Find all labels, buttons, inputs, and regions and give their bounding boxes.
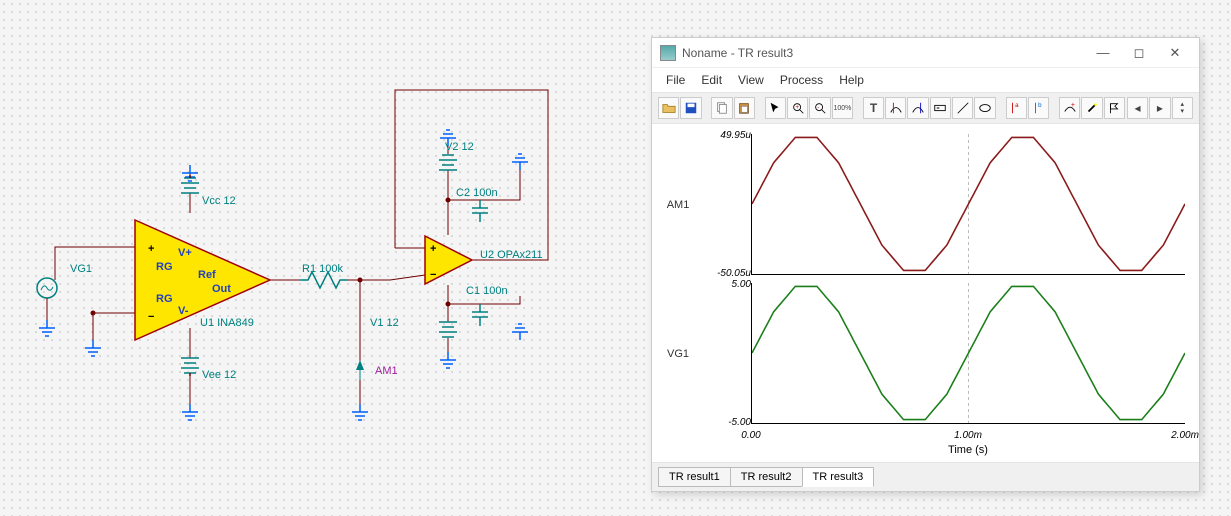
plot-am1-ymin: -50.05u — [717, 268, 751, 279]
plot-vg1-name: VG1 — [658, 348, 698, 360]
plot-vg1-ymin: -5.00 — [728, 417, 751, 428]
svg-text:+: + — [430, 243, 436, 255]
zoom-out-icon[interactable]: - — [809, 97, 830, 119]
text-icon[interactable]: T — [863, 97, 884, 119]
ground-icon — [512, 324, 528, 340]
plot-vg1-ymax: 5.00 — [732, 279, 751, 290]
svg-text:b: b — [1038, 102, 1042, 109]
cursor-a-icon[interactable] — [885, 97, 906, 119]
close-button[interactable]: ✕ — [1157, 41, 1193, 65]
svg-text:Out: Out — [212, 283, 231, 295]
svg-text:+: + — [148, 243, 154, 255]
svg-text:V+: V+ — [178, 247, 192, 259]
svg-text:−: − — [148, 311, 154, 323]
capacitor-c2[interactable]: C2 100n — [456, 187, 498, 222]
menubar: File Edit View Process Help — [652, 68, 1199, 92]
open-icon[interactable] — [658, 97, 679, 119]
copy-icon[interactable] — [711, 97, 732, 119]
label-v1: V1 12 — [370, 317, 399, 329]
tab-result2[interactable]: TR result2 — [730, 467, 803, 487]
prev-icon[interactable]: ◂ — [1127, 97, 1148, 119]
label-c2: C2 100n — [456, 187, 498, 199]
schematic-canvas[interactable]: VG1 + − V+ V- RG RG Ref Out U1 INA849 Vc… — [0, 0, 600, 480]
label-vee: Vee 12 — [202, 369, 236, 381]
opamp-u1[interactable]: + − V+ V- RG RG Ref Out U1 INA849 — [135, 220, 270, 340]
svg-text:RG: RG — [156, 261, 173, 273]
source-vg1[interactable]: VG1 — [37, 263, 92, 320]
minimize-button[interactable]: — — [1085, 41, 1121, 65]
label-am1: AM1 — [375, 365, 398, 377]
svg-text:+: + — [795, 104, 799, 111]
label-u2: U2 OPAx211 — [480, 249, 543, 261]
plot-vg1[interactable]: VG1 5.00 -5.00 — [656, 281, 1195, 426]
ground-icon — [352, 404, 368, 420]
x-axis-label: Time (s) — [948, 444, 988, 456]
label-v2: V2 12 — [445, 141, 474, 153]
menu-edit[interactable]: Edit — [695, 71, 728, 89]
tab-result1[interactable]: TR result1 — [658, 467, 731, 487]
svg-text:a: a — [1015, 102, 1019, 109]
maximize-button[interactable]: ◻ — [1121, 41, 1157, 65]
ground-icon — [440, 352, 456, 368]
svg-text:Ref: Ref — [198, 269, 216, 281]
x-axis: 0.00 1.00m 2.00m Time (s) — [751, 430, 1185, 462]
probe-am1[interactable]: AM1 — [356, 360, 398, 380]
svg-text:−: − — [430, 269, 436, 281]
updown-icon[interactable]: ▴▾ — [1172, 97, 1193, 119]
zoom-in-icon[interactable]: + — [787, 97, 808, 119]
result-tabs: TR result1 TR result2 TR result3 — [652, 462, 1199, 491]
ellipse-icon[interactable] — [974, 97, 995, 119]
svg-text:+: + — [1070, 102, 1074, 109]
zoom-fit-icon[interactable]: 100% — [832, 97, 853, 119]
add-curve-icon[interactable]: + — [1059, 97, 1080, 119]
pointer-icon[interactable] — [765, 97, 786, 119]
label-r1: R1 100k — [302, 263, 343, 275]
paste-icon[interactable] — [734, 97, 755, 119]
marker-a-icon[interactable]: a — [1006, 97, 1027, 119]
svg-text:=: = — [937, 106, 940, 112]
svg-text:V-: V- — [178, 305, 189, 317]
plot-am1-ymax: 49.95u — [720, 130, 751, 141]
capacitor-c1[interactable]: C1 100n — [466, 285, 508, 326]
label-vcc: Vcc 12 — [202, 195, 236, 207]
resistor-r1[interactable]: R1 100k — [300, 263, 348, 288]
result-dialog[interactable]: Noname - TR result3 — ◻ ✕ File Edit View… — [651, 37, 1200, 492]
tab-result3[interactable]: TR result3 — [802, 467, 875, 487]
next-icon[interactable]: ▸ — [1149, 97, 1170, 119]
plot-am1-name: AM1 — [658, 199, 698, 211]
battery-v2[interactable]: V2 12 — [439, 141, 474, 170]
app-icon — [660, 45, 676, 61]
menu-view[interactable]: View — [732, 71, 770, 89]
toolbar: + - 100% T = a b + ◂ ▸ ▴▾ — [652, 92, 1199, 124]
ground-icon — [512, 154, 528, 170]
menu-help[interactable]: Help — [833, 71, 870, 89]
menu-file[interactable]: File — [660, 71, 691, 89]
window-title: Noname - TR result3 — [682, 46, 1085, 60]
wand-icon[interactable] — [1081, 97, 1102, 119]
svg-text:RG: RG — [156, 293, 173, 305]
annotation-icon[interactable]: = — [930, 97, 951, 119]
marker-b-icon[interactable]: b — [1028, 97, 1049, 119]
line-icon[interactable] — [952, 97, 973, 119]
svg-text:-: - — [817, 104, 819, 111]
plot-am1[interactable]: AM1 49.95u -50.05u — [656, 132, 1195, 277]
ground-icon — [85, 340, 101, 356]
save-icon[interactable] — [680, 97, 701, 119]
label-c1: C1 100n — [466, 285, 508, 297]
opamp-u2[interactable]: + − U2 OPAx211 — [425, 236, 543, 284]
cursor-b-icon[interactable] — [907, 97, 928, 119]
label-u1: U1 INA849 — [200, 317, 254, 329]
menu-process[interactable]: Process — [774, 71, 829, 89]
ground-icon — [182, 404, 198, 420]
battery-v1[interactable]: V1 12 — [370, 317, 457, 337]
ground-icon — [39, 320, 55, 336]
flag-icon[interactable] — [1104, 97, 1125, 119]
battery-vee[interactable]: Vee 12 — [181, 358, 236, 381]
battery-vcc[interactable]: Vcc 12 — [181, 175, 236, 207]
titlebar[interactable]: Noname - TR result3 — ◻ ✕ — [652, 38, 1199, 68]
label-vg1: VG1 — [70, 263, 92, 275]
